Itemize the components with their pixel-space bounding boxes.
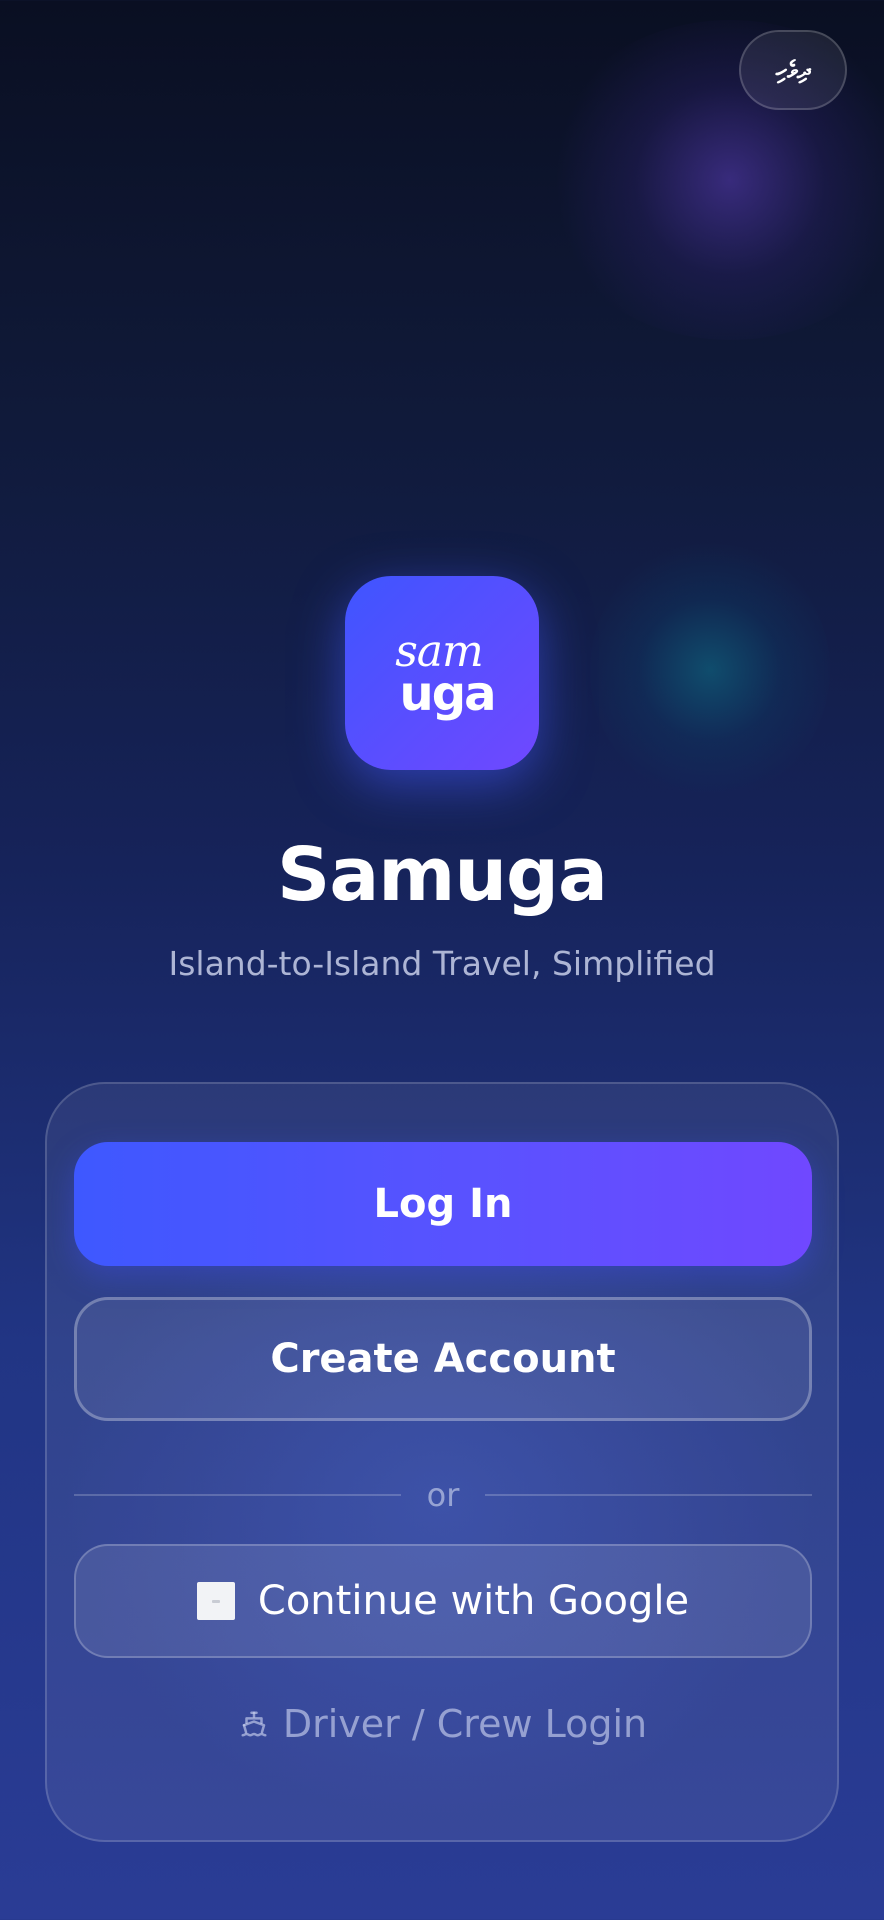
google-signin-button[interactable]: Continue with Google — [74, 1544, 812, 1658]
app-logo: sam uga — [345, 576, 539, 770]
app-title: Samuga — [277, 832, 608, 918]
ship-icon — [241, 1711, 267, 1737]
divider-text: or — [426, 1476, 460, 1514]
google-signin-label: Continue with Google — [257, 1578, 690, 1624]
app-tagline: Island-to-Island Travel, Simplified — [168, 944, 716, 983]
google-icon — [196, 1582, 235, 1620]
driver-crew-login-label: Driver / Crew Login — [282, 1702, 648, 1746]
language-toggle-label: ދިވެހި — [775, 56, 811, 84]
auth-card: Log In Create Account or Continue with G… — [45, 1082, 839, 1842]
login-button[interactable]: Log In — [74, 1142, 812, 1266]
create-account-button-label: Create Account — [270, 1336, 616, 1382]
driver-crew-login-link[interactable]: Driver / Crew Login — [74, 1684, 812, 1764]
login-button-label: Log In — [373, 1181, 513, 1227]
divider-line-left — [74, 1494, 401, 1496]
or-divider: or — [74, 1470, 813, 1520]
create-account-button[interactable]: Create Account — [74, 1297, 812, 1421]
logo-text-line2: uga — [399, 666, 497, 722]
language-toggle-button[interactable]: ދިވެހި — [739, 30, 847, 110]
divider-line-right — [485, 1494, 813, 1496]
background-glow-teal — [590, 540, 830, 800]
